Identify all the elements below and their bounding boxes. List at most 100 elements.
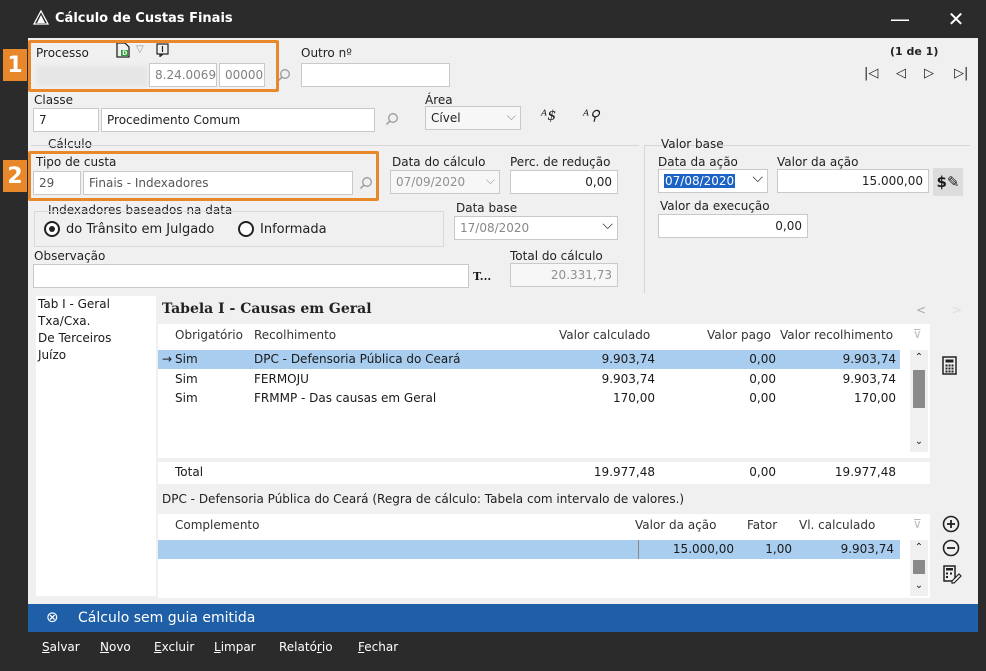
data-calculo-label: Data do cálculo bbox=[392, 155, 486, 169]
area-value: Cível bbox=[431, 111, 461, 125]
total-calculo-field: 20.331,73 bbox=[510, 263, 618, 287]
person-search-icon[interactable]: ᴬ⚲ bbox=[583, 108, 600, 124]
cell-obrigatorio: Sim bbox=[175, 372, 198, 386]
salvar-button[interactable]: Salvar bbox=[42, 640, 80, 654]
tabs-list: Tab I - Geral Txa/Cxa. De Terceiros Juíz… bbox=[36, 296, 156, 596]
area-select[interactable]: Cível ⌵ bbox=[425, 106, 521, 130]
valor-execucao-label: Valor da execução bbox=[660, 199, 770, 213]
app-logo-icon bbox=[33, 10, 49, 25]
cell-obrigatorio: Sim bbox=[175, 352, 198, 366]
cell-recolhimento: DPC - Defensoria Pública do Ceará bbox=[254, 352, 461, 366]
table-row[interactable]: → Sim DPC - Defensoria Pública do Ceará … bbox=[158, 350, 900, 369]
data-calculo-field[interactable]: 07/09/2020 ⌵ bbox=[390, 170, 500, 194]
classe-label: Classe bbox=[34, 93, 73, 107]
total-label: Total bbox=[175, 465, 204, 479]
nav-first-button[interactable]: |◁ bbox=[864, 66, 878, 81]
scroll-thumb[interactable] bbox=[913, 560, 925, 574]
scroll-up-icon[interactable]: ⌃ bbox=[910, 352, 928, 363]
scroll-up-icon[interactable]: ⌃ bbox=[910, 542, 928, 553]
col-obrigatorio[interactable]: Obrigatório bbox=[175, 328, 243, 342]
radio-transito-label: do Trânsito em Julgado bbox=[66, 222, 215, 237]
excluir-button[interactable]: Excluir bbox=[154, 640, 194, 654]
classe-search-icon[interactable] bbox=[385, 112, 399, 126]
complemento-filter-icon[interactable]: ⊽ bbox=[913, 517, 922, 531]
col-valor-recolhimento[interactable]: Valor recolhimento bbox=[780, 328, 893, 342]
complemento-grid-header: Complemento Valor da ação Fator Vl. calc… bbox=[158, 514, 930, 536]
cell-recolhimento: FRMMP - Das causas em Geral bbox=[254, 391, 437, 405]
add-icon[interactable] bbox=[942, 515, 960, 533]
data-calculo-value: 07/09/2020 bbox=[396, 175, 466, 189]
relatorio-button[interactable]: Relatório bbox=[279, 640, 333, 654]
total-recolhimento: 19.977,48 bbox=[834, 465, 896, 479]
complemento-scrollbar[interactable]: ⌃ ⌄ bbox=[910, 540, 928, 596]
radio-informada[interactable] bbox=[238, 221, 254, 237]
data-base-label: Data base bbox=[456, 201, 518, 215]
scroll-thumb[interactable] bbox=[913, 370, 925, 408]
data-acao-field[interactable]: 07/08/2020 ⌵ bbox=[658, 169, 768, 193]
col-valor-acao[interactable]: Valor da ação bbox=[635, 518, 717, 532]
scroll-down-icon[interactable]: ⌄ bbox=[910, 580, 928, 591]
cell-obrigatorio: Sim bbox=[175, 391, 198, 405]
badge-2: 2 bbox=[3, 160, 27, 192]
outro-field[interactable] bbox=[301, 63, 450, 87]
status-text: Cálculo sem guia emitida bbox=[78, 610, 256, 626]
custas-grid-scrollbar[interactable]: ⌃ ⌄ bbox=[910, 350, 928, 452]
table-row[interactable]: 15.000,00 1,00 9.903,74 bbox=[158, 540, 900, 559]
cell-recolhimento: FERMOJU bbox=[254, 372, 309, 386]
money-edit-button[interactable]: $✎ bbox=[933, 168, 963, 196]
tab-terceiros[interactable]: De Terceiros bbox=[36, 330, 156, 347]
tabela-prev-button[interactable]: < bbox=[916, 303, 926, 317]
tab-geral[interactable]: Tab I - Geral bbox=[36, 296, 156, 313]
person-money-icon[interactable]: ᴬ$ bbox=[541, 108, 556, 124]
text-editor-button[interactable]: T... bbox=[473, 270, 491, 283]
limpar-label: impar bbox=[220, 640, 256, 654]
tab-txa-cxa[interactable]: Txa/Cxa. bbox=[36, 313, 156, 330]
nav-next-button[interactable]: ▷ bbox=[924, 66, 934, 81]
fechar-button[interactable]: Fechar bbox=[358, 640, 398, 654]
table-row[interactable]: Sim FERMOJU 9.903,74 0,00 9.903,74 bbox=[158, 370, 900, 389]
scroll-down-icon[interactable]: ⌄ bbox=[910, 436, 928, 447]
tab-juizo[interactable]: Juízo bbox=[36, 347, 156, 364]
remove-icon[interactable] bbox=[942, 539, 960, 557]
col-valor-calculado[interactable]: Valor calculado bbox=[559, 328, 650, 342]
data-base-chevron-icon: ⌵ bbox=[602, 217, 613, 233]
classe-code-field[interactable]: 7 bbox=[33, 108, 99, 132]
pager-count: (1 de 1) bbox=[890, 45, 939, 58]
cell-valor-pago: 0,00 bbox=[749, 372, 776, 386]
novo-label: ovo bbox=[108, 640, 131, 654]
col-complemento[interactable]: Complemento bbox=[175, 518, 259, 532]
excluir-label: xcluir bbox=[161, 640, 195, 654]
calculator-icon[interactable] bbox=[941, 356, 959, 376]
salvar-label: alvar bbox=[49, 640, 80, 654]
col-valor-pago[interactable]: Valor pago bbox=[707, 328, 771, 342]
col-fator[interactable]: Fator bbox=[747, 518, 777, 532]
cell-valor-calculado: 170,00 bbox=[613, 391, 655, 405]
valor-base-label: Valor base bbox=[661, 137, 724, 151]
minimize-button[interactable]: — bbox=[880, 4, 920, 34]
search-icon[interactable] bbox=[277, 68, 291, 82]
nav-last-button[interactable]: ▷| bbox=[954, 66, 968, 81]
relatorio-label-a: Relató bbox=[279, 640, 317, 654]
perc-reducao-field[interactable]: 0,00 bbox=[510, 170, 618, 194]
close-button[interactable]: ✕ bbox=[936, 4, 976, 34]
col-recolhimento[interactable]: Recolhimento bbox=[254, 328, 336, 342]
observacao-label: Observação bbox=[34, 249, 106, 263]
nav-prev-button[interactable]: ◁ bbox=[896, 66, 906, 81]
novo-button[interactable]: Novo bbox=[100, 640, 131, 654]
table-row[interactable]: Sim FRMMP - Das causas em Geral 170,00 0… bbox=[158, 389, 900, 408]
radio-transito-julgado[interactable] bbox=[44, 221, 60, 237]
valor-acao-field[interactable]: 15.000,00 bbox=[777, 169, 929, 193]
fechar-label: echar bbox=[364, 640, 399, 654]
data-base-field[interactable]: 17/08/2020 ⌵ bbox=[454, 216, 618, 240]
limpar-button[interactable]: Limpar bbox=[214, 640, 256, 654]
valor-execucao-field[interactable]: 0,00 bbox=[658, 214, 808, 238]
calculator-edit-icon[interactable] bbox=[942, 564, 962, 584]
col-vl-calculado[interactable]: Vl. calculado bbox=[799, 518, 875, 532]
filter-icon[interactable]: ⊽ bbox=[913, 327, 922, 341]
cell-valor-recolhimento: 9.903,74 bbox=[842, 352, 896, 366]
observacao-field[interactable] bbox=[33, 264, 469, 288]
tabela-next-button[interactable]: > bbox=[952, 303, 962, 317]
cell-vl-calculado: 9.903,74 bbox=[840, 542, 894, 556]
data-base-value: 17/08/2020 bbox=[460, 221, 530, 235]
classe-name-field[interactable]: Procedimento Comum bbox=[101, 108, 375, 132]
